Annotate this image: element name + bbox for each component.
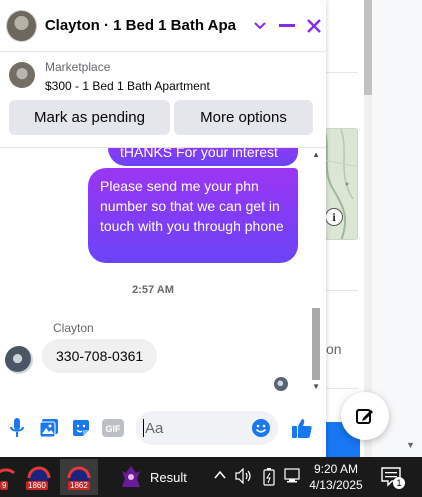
gif-icon[interactable]: GIF xyxy=(101,416,125,440)
taskbar-badge: 1860 xyxy=(26,481,48,490)
text-caret xyxy=(143,419,144,437)
notification-count-badge: 1 xyxy=(393,477,405,489)
right-panel xyxy=(372,0,422,457)
listing-thumbnail[interactable] xyxy=(9,62,35,88)
svg-text:GIF: GIF xyxy=(106,424,122,434)
scroll-down-arrow-icon[interactable]: ▼ xyxy=(406,440,415,450)
battery-icon[interactable] xyxy=(262,468,276,489)
taskbar-result-label: Result xyxy=(150,469,187,485)
message-list: tHANKS For your interest Please send me … xyxy=(0,148,326,394)
network-icon[interactable] xyxy=(284,468,302,487)
sticker-icon[interactable] xyxy=(69,416,93,440)
close-icon[interactable] xyxy=(303,14,326,38)
notification-center-button[interactable]: 1 xyxy=(380,466,405,489)
chat-header: Clayton · 1 Bed 1 Bath Apa... xyxy=(0,0,326,52)
more-options-button[interactable]: More options xyxy=(174,100,313,135)
clock-time: 9:20 AM xyxy=(313,462,359,476)
show-hidden-icons-icon[interactable] xyxy=(214,468,226,483)
scroll-up-arrow-icon[interactable]: ▲ xyxy=(312,150,320,159)
microphone-icon[interactable] xyxy=(5,416,29,440)
system-clock[interactable]: 9:20 AM 4/13/2025 xyxy=(308,461,364,493)
character-icon xyxy=(122,466,140,487)
info-icon[interactable]: i xyxy=(325,208,343,226)
divider xyxy=(326,290,358,291)
outgoing-message[interactable]: tHANKS For your interest xyxy=(108,148,298,166)
listing-category: Marketplace xyxy=(45,60,111,74)
speaker-icon[interactable] xyxy=(235,467,253,487)
seen-indicator-avatar xyxy=(274,377,288,391)
listing-title[interactable]: $300 - 1 Bed 1 Bath Apartment xyxy=(45,79,210,93)
thumbs-up-icon[interactable] xyxy=(290,416,314,440)
taskbar-badge: 1862 xyxy=(68,481,90,490)
message-composer: GIF Aa xyxy=(0,400,326,457)
background-partial-text: on xyxy=(326,341,342,357)
listing-banner: Marketplace $300 - 1 Bed 1 Bath Apartmen… xyxy=(0,52,326,148)
taskbar: 9 1860 1862 Result 9:20 AM 4/13/2025 1 xyxy=(0,457,422,497)
chevron-down-icon[interactable] xyxy=(249,14,272,38)
page-scrollbar-thumb[interactable] xyxy=(364,0,372,95)
emoji-icon[interactable] xyxy=(249,416,273,440)
avatar[interactable] xyxy=(6,9,37,42)
divider xyxy=(326,388,358,389)
chat-title[interactable]: Clayton · 1 Bed 1 Bath Apa... xyxy=(45,17,237,34)
taskbar-app[interactable]: 1860 xyxy=(20,459,58,495)
taskbar-badge: 9 xyxy=(0,481,9,490)
sender-avatar[interactable] xyxy=(5,346,33,374)
photo-icon[interactable] xyxy=(37,416,61,440)
chat-window: Clayton · 1 Bed 1 Bath Apa... Marketplac… xyxy=(0,0,326,457)
clock-date: 4/13/2025 xyxy=(309,478,363,492)
taskbar-result-item[interactable]: Result xyxy=(120,457,187,497)
divider xyxy=(326,72,358,73)
message-timestamp: 2:57 AM xyxy=(132,284,174,296)
sender-name: Clayton xyxy=(53,321,94,335)
taskbar-app[interactable]: 9 xyxy=(0,459,18,495)
taskbar-app-active[interactable]: 1862 xyxy=(60,459,98,495)
minimize-icon[interactable] xyxy=(276,14,299,38)
mark-as-pending-button[interactable]: Mark as pending xyxy=(9,100,170,135)
message-scrollbar-thumb[interactable] xyxy=(312,308,320,380)
compose-icon xyxy=(356,409,373,424)
message-input-placeholder: Aa xyxy=(145,420,164,437)
incoming-message[interactable]: 330-708-0361 xyxy=(42,339,158,373)
scroll-down-arrow-icon[interactable]: ▼ xyxy=(312,382,320,391)
outgoing-message[interactable]: Please send me your phn number so that w… xyxy=(88,168,298,263)
new-message-button[interactable] xyxy=(341,392,389,440)
